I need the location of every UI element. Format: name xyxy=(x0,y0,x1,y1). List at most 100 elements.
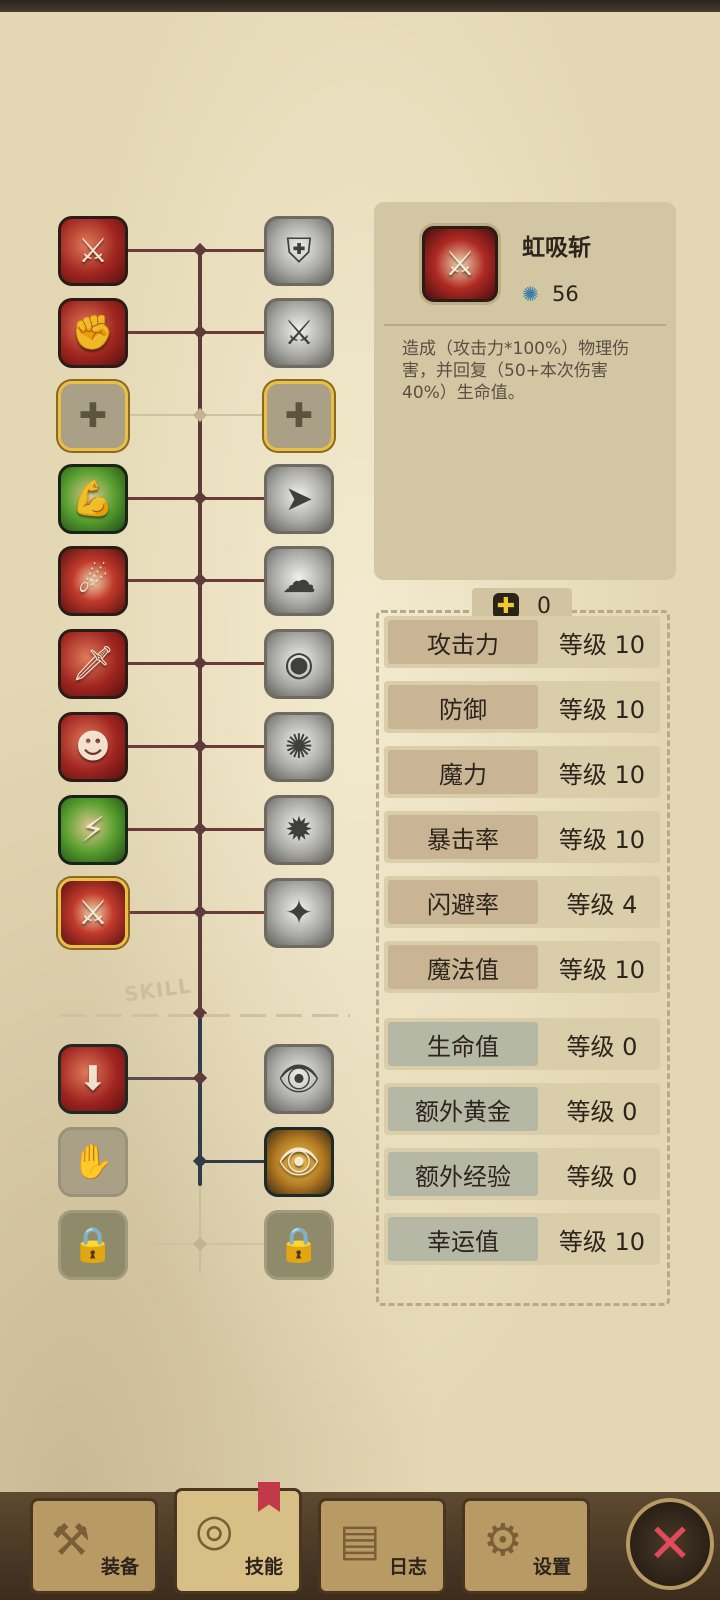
left-skill-5[interactable]: ☄ xyxy=(58,546,128,616)
stat-row[interactable]: 攻击力 等级 10 xyxy=(384,616,660,668)
nav-button-2[interactable]: ◎ 技能 xyxy=(174,1488,302,1594)
stat-level: 等级 10 xyxy=(558,1227,646,1256)
shield-cross-icon: ⛨ xyxy=(286,231,312,271)
stat-name: 魔力 xyxy=(388,750,538,794)
right-skill-4[interactable]: ➤ xyxy=(264,464,334,534)
stat-name: 生命值 xyxy=(388,1022,538,1066)
stat-level: 等级 0 xyxy=(566,1097,638,1126)
stat-level: 等级 10 xyxy=(558,825,646,854)
right-skill-12[interactable]: 🔒 xyxy=(264,1210,334,1280)
lock-icon: 🔒 xyxy=(71,1225,115,1265)
scroll-icon: ▤ xyxy=(339,1515,381,1566)
right-skill-5[interactable]: ☁ xyxy=(264,546,334,616)
stat-row[interactable]: 生命值 等级 0 xyxy=(384,1018,660,1070)
stat-row[interactable]: 闪避率 等级 4 xyxy=(384,876,660,928)
eye-chest-icon: 👁 xyxy=(277,1059,321,1099)
nav-label: 设置 xyxy=(532,1556,571,1578)
right-skill-6[interactable]: ◉ xyxy=(264,629,334,699)
stat-name: 幸运值 xyxy=(388,1217,538,1261)
gear-gem-icon: ✺ xyxy=(522,282,539,306)
lightning-body-icon: ⚡ xyxy=(81,810,105,850)
stat-row[interactable]: 魔法值 等级 10 xyxy=(384,941,660,993)
stat-name: 攻击力 xyxy=(388,620,538,664)
right-skill-1[interactable]: ⛨ xyxy=(264,216,334,286)
stat-level: 等级 0 xyxy=(566,1032,638,1061)
stat-level: 等级 4 xyxy=(566,890,638,919)
tree-divider xyxy=(60,1014,350,1017)
stat-row[interactable]: 额外经验 等级 0 xyxy=(384,1148,660,1200)
stat-row[interactable]: 额外黄金 等级 0 xyxy=(384,1083,660,1135)
nav-label: 装备 xyxy=(100,1556,139,1578)
skill-ring-icon: ◎ xyxy=(195,1505,234,1556)
tree-connector xyxy=(198,1160,264,1163)
stat-name: 防御 xyxy=(388,685,538,729)
left-skill-9[interactable]: ⚔ xyxy=(58,878,128,948)
right-skill-7[interactable]: ✺ xyxy=(264,712,334,782)
golden-eye-chest-icon: 👁 xyxy=(277,1142,321,1182)
stat-name: 暴击率 xyxy=(388,815,538,859)
claw-slash-icon: ⚔ xyxy=(77,231,109,271)
close-icon: ✕ xyxy=(647,1512,693,1575)
stat-row[interactable]: 魔力 等级 10 xyxy=(384,746,660,798)
stat-name: 额外黄金 xyxy=(388,1087,538,1131)
close-button[interactable]: ✕ xyxy=(626,1498,714,1590)
dash-strike-icon: ☄ xyxy=(77,561,109,601)
detail-skill-cost: 56 xyxy=(552,282,579,306)
vampire-slash-icon: ⚔ xyxy=(77,893,109,933)
top-edge xyxy=(0,0,720,12)
sparkle-heal-icon: ✦ xyxy=(284,893,314,933)
left-skill-12[interactable]: 🔒 xyxy=(58,1210,128,1280)
nav-button-4[interactable]: ⚙ 设置 xyxy=(462,1498,590,1594)
detail-skill-description: 造成（攻击力*100%）物理伤害，并回复（50+本次伤害40%）生命值。 xyxy=(402,339,630,403)
charge-icon: ➤ xyxy=(284,479,314,519)
shadow-ninja-icon: ☻ xyxy=(75,727,111,767)
sun-burst-icon: ✹ xyxy=(284,810,314,850)
whirl-slash-icon: ✺ xyxy=(284,727,314,767)
muscle-arm-icon: 💪 xyxy=(71,479,115,519)
right-skill-2[interactable]: ⚔ xyxy=(264,298,334,368)
stat-level: 等级 10 xyxy=(558,955,646,984)
left-skill-2[interactable]: ✊ xyxy=(58,298,128,368)
lock-icon: 🔒 xyxy=(277,1225,321,1265)
left-skill-8[interactable]: ⚡ xyxy=(58,795,128,865)
detail-skill-name: 虹吸斩 xyxy=(522,235,591,261)
right-skill-11[interactable]: 👁 xyxy=(264,1127,334,1197)
axe-icon: ⚒ xyxy=(51,1515,91,1566)
stat-row[interactable]: 防御 等级 10 xyxy=(384,681,660,733)
stat-row[interactable]: 暴击率 等级 10 xyxy=(384,811,660,863)
gear-icon: ⚙ xyxy=(483,1515,523,1566)
stat-level: 等级 10 xyxy=(558,760,646,789)
stat-level: 等级 10 xyxy=(558,630,646,659)
left-skill-10[interactable]: ⬇ xyxy=(58,1044,128,1114)
left-skill-3[interactable]: ✚ xyxy=(58,381,128,451)
right-skill-3[interactable]: ✚ xyxy=(264,381,334,451)
nav-button-3[interactable]: ▤ 日志 xyxy=(318,1498,446,1594)
glove-chest-icon: ✋ xyxy=(71,1142,115,1182)
heal-upgrade-icon: ✚ xyxy=(78,396,108,436)
detail-skill-icon: ⚔ xyxy=(422,226,498,302)
stat-level: 等级 0 xyxy=(566,1162,638,1191)
right-skill-8[interactable]: ✹ xyxy=(264,795,334,865)
stat-name: 额外经验 xyxy=(388,1152,538,1196)
left-skill-6[interactable]: 🗡 xyxy=(58,629,128,699)
nav-label: 技能 xyxy=(244,1556,283,1578)
sword-swing-icon: ⚔ xyxy=(283,313,315,353)
nav-label: 日志 xyxy=(388,1556,427,1578)
tree-spine xyxy=(198,248,202,1012)
left-skill-4[interactable]: 💪 xyxy=(58,464,128,534)
nav-button-1[interactable]: ⚒ 装备 xyxy=(30,1498,158,1594)
eye-burst-icon: ◉ xyxy=(284,644,314,684)
stat-points-value: 0 xyxy=(537,593,551,619)
left-skill-7[interactable]: ☻ xyxy=(58,712,128,782)
detail-divider xyxy=(384,324,666,326)
stat-name: 魔法值 xyxy=(388,945,538,989)
tree-connector xyxy=(128,1077,198,1080)
dagger-icon: 🗡 xyxy=(71,644,115,684)
tree-spine-locked xyxy=(199,1186,201,1274)
left-skill-11[interactable]: ✋ xyxy=(58,1127,128,1197)
left-skill-1[interactable]: ⚔ xyxy=(58,216,128,286)
right-skill-10[interactable]: 👁 xyxy=(264,1044,334,1114)
stat-level: 等级 10 xyxy=(558,695,646,724)
right-skill-9[interactable]: ✦ xyxy=(264,878,334,948)
stat-row[interactable]: 幸运值 等级 10 xyxy=(384,1213,660,1265)
